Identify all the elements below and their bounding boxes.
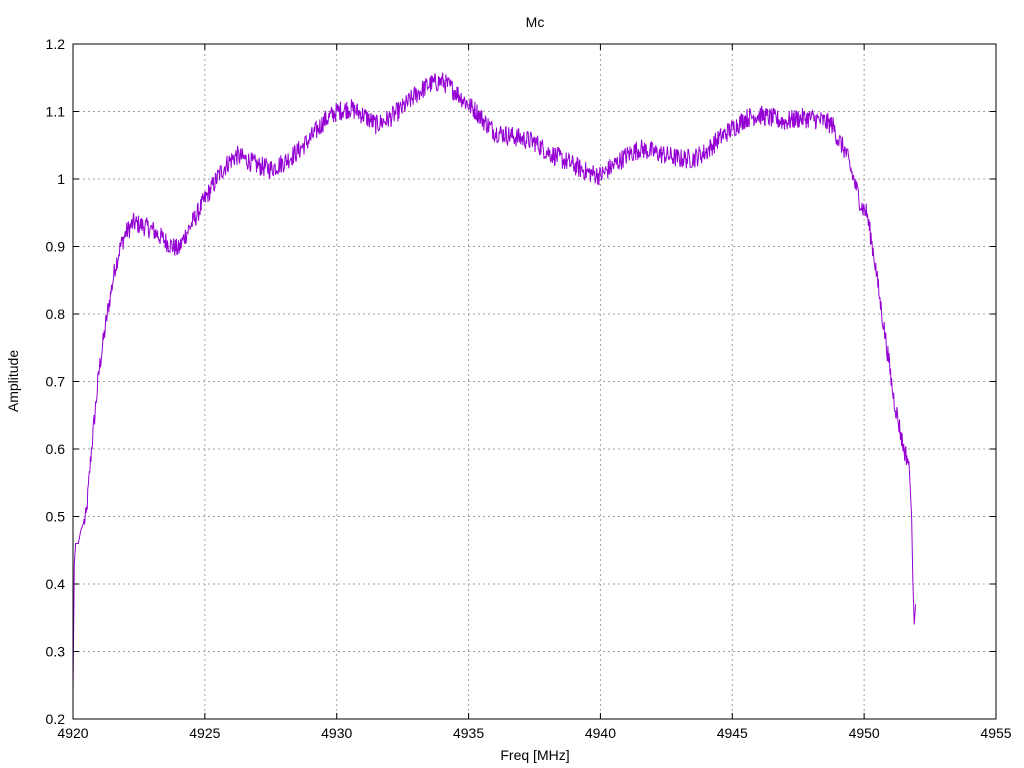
y-tick-label: 0.4 bbox=[46, 576, 66, 592]
x-tick-label: 4955 bbox=[980, 725, 1011, 741]
y-tick-label: 0.3 bbox=[46, 644, 66, 660]
y-tick-label: 1.1 bbox=[46, 104, 66, 120]
x-tick-label: 4925 bbox=[189, 725, 220, 741]
y-tick-label: 0.2 bbox=[46, 711, 66, 727]
x-tick-label: 4930 bbox=[321, 725, 352, 741]
y-tick-label: 0.9 bbox=[46, 239, 66, 255]
x-tick-label: 4945 bbox=[717, 725, 748, 741]
x-tick-label: 4935 bbox=[453, 725, 484, 741]
series-group bbox=[72, 72, 917, 693]
y-tick-label: 0.8 bbox=[46, 306, 66, 322]
y-axis-label: Amplitude bbox=[5, 350, 21, 412]
y-tick-label: 1.2 bbox=[46, 36, 66, 52]
chart-title: Mc bbox=[526, 14, 545, 30]
x-axis-label: Freq [MHz] bbox=[500, 747, 569, 763]
x-tick-label: 4940 bbox=[585, 725, 616, 741]
y-tick-label: 0.5 bbox=[46, 509, 66, 525]
series-line bbox=[72, 72, 917, 693]
y-tick-label: 1 bbox=[57, 171, 65, 187]
y-tick-label: 0.7 bbox=[46, 374, 66, 390]
x-tick-label: 4950 bbox=[849, 725, 880, 741]
y-tick-label: 0.6 bbox=[46, 441, 66, 457]
x-tick-label: 4920 bbox=[57, 725, 88, 741]
chart: Mc 4920 4925 4930 4935 4940 4945 4950 4955 0.2 0.… bbox=[5, 14, 1012, 763]
